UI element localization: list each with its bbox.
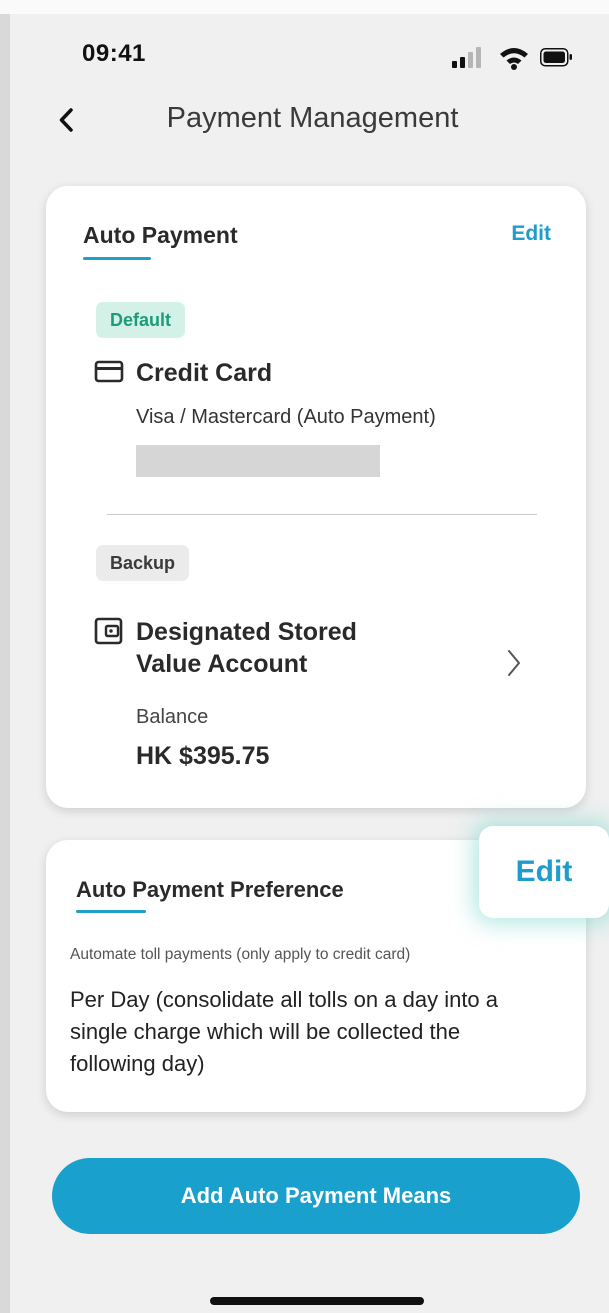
wallet-icon xyxy=(94,617,123,645)
battery-icon xyxy=(540,48,572,67)
stored-value-line1: Designated Stored xyxy=(136,618,357,646)
screen-border xyxy=(0,0,10,1313)
balance-value: HK $395.75 xyxy=(136,742,270,770)
page-title: Payment Management xyxy=(166,102,459,134)
preference-title: Auto Payment Preference xyxy=(76,877,344,902)
preference-edit-label: Edit xyxy=(515,855,573,888)
credit-card-label: Credit Card xyxy=(136,359,273,387)
chevron-right-icon[interactable] xyxy=(501,646,525,680)
balance-label: Balance xyxy=(136,706,209,728)
default-method: Credit Card xyxy=(94,357,272,389)
stored-value-line2: Value Account xyxy=(136,650,308,678)
masked-card-number xyxy=(136,445,380,477)
preference-description: Automate toll payments (only apply to cr… xyxy=(70,946,411,963)
credit-card-icon xyxy=(94,360,124,383)
status-icons-svg xyxy=(452,47,572,70)
backup-method[interactable]: Designated Stored Value Account xyxy=(94,616,357,680)
status-time: 09:41 xyxy=(82,40,146,67)
auto-payment-edit-button[interactable]: Edit xyxy=(511,222,551,246)
add-auto-payment-means-button[interactable]: Add Auto Payment Means xyxy=(52,1158,580,1234)
preference-value: Per Day (consolidate all tolls on a day … xyxy=(70,987,499,1076)
title-underline xyxy=(83,257,151,260)
auto-payment-title: Auto Payment xyxy=(83,222,238,248)
home-indicator xyxy=(210,1297,424,1305)
divider xyxy=(107,514,537,515)
auto-payment-card: Auto Payment Edit Default Credit Card Vi… xyxy=(46,186,586,808)
preference-edit-button[interactable]: Edit xyxy=(479,826,609,918)
default-tag: Default xyxy=(96,302,186,338)
backup-tag: Backup xyxy=(96,545,190,581)
credit-card-subtitle: Visa / Mastercard (Auto Payment) xyxy=(136,406,436,428)
screen-top-border xyxy=(0,0,609,14)
stored-value-account-label: Designated Stored Value Account xyxy=(136,616,357,680)
preference-title-underline xyxy=(76,910,146,913)
wifi-icon xyxy=(500,48,528,70)
status-icons xyxy=(452,44,582,70)
signal-icon xyxy=(452,47,481,68)
